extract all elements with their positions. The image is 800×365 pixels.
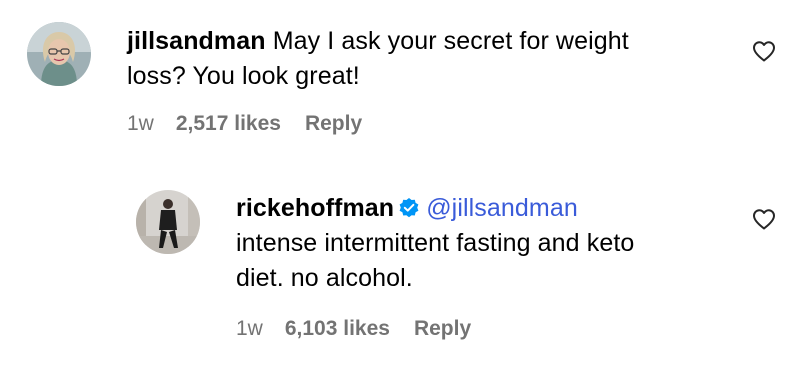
comment-meta: 1w 2,517 likes Reply: [127, 112, 362, 136]
comment-likes[interactable]: 2,517 likes: [176, 112, 281, 136]
comment-username[interactable]: rickehoffman: [236, 194, 394, 222]
profile-photo-icon: [136, 190, 200, 254]
reply-button[interactable]: Reply: [414, 317, 471, 341]
heart-icon[interactable]: [752, 40, 776, 62]
profile-photo-icon: [27, 22, 91, 86]
comment-text: jillsandman May I ask your secret for we…: [127, 24, 727, 94]
comment-username[interactable]: jillsandman: [127, 27, 266, 55]
comment-body-line1: May I ask your secret for weight: [272, 27, 629, 55]
comment-time: 1w: [127, 112, 154, 135]
avatar[interactable]: [136, 190, 200, 254]
heart-icon[interactable]: [752, 208, 776, 230]
comment-meta: 1w 6,103 likes Reply: [236, 317, 471, 341]
comment-text: rickehoffman @jillsandman intense interm…: [236, 191, 736, 296]
verified-badge-icon: [398, 197, 420, 219]
comment-body-line1: intense intermittent fasting and keto: [236, 229, 635, 257]
comment-body-line2: diet. no alcohol.: [236, 264, 413, 292]
comment-body-line2: loss? You look great!: [127, 62, 360, 90]
mention-link[interactable]: @jillsandman: [426, 194, 578, 222]
comment-likes[interactable]: 6,103 likes: [285, 317, 390, 341]
reply-button[interactable]: Reply: [305, 112, 362, 136]
avatar[interactable]: [27, 22, 91, 86]
comment-time: 1w: [236, 317, 263, 340]
